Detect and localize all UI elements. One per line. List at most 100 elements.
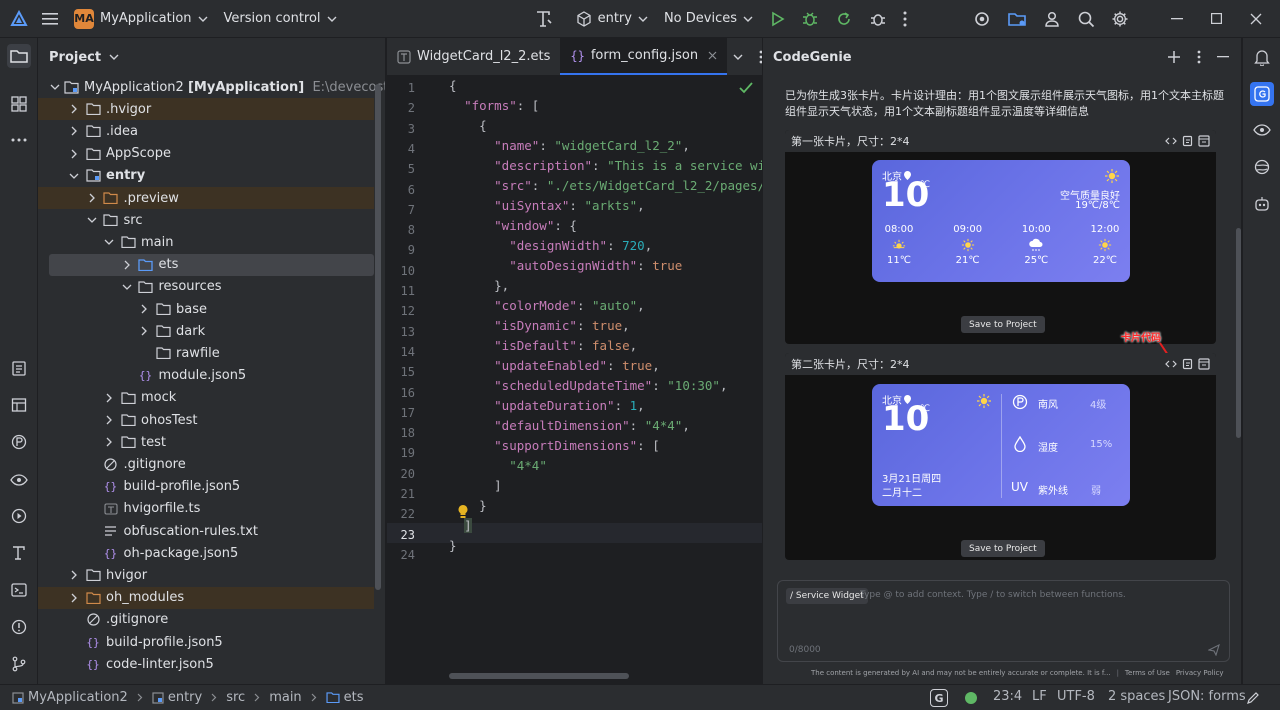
copy-icon[interactable]	[1182, 358, 1194, 370]
chevron-down-icon[interactable]	[50, 80, 60, 94]
send-icon[interactable]	[1208, 644, 1220, 656]
codegenie-status-badge[interactable]: G	[930, 689, 948, 707]
chevron-right-icon[interactable]	[67, 147, 81, 161]
privacy-link[interactable]: Privacy Policy	[1176, 669, 1224, 677]
tree-item[interactable]: src	[38, 209, 374, 231]
tree-item[interactable]: .hvigor	[38, 98, 374, 121]
tree-item[interactable]: hvigorfile.ts	[38, 498, 374, 520]
tree-item[interactable]: {} build-profile.json5	[38, 476, 374, 498]
arkui-inspector-icon[interactable]	[526, 4, 562, 34]
insert-card-icon[interactable]	[1198, 358, 1210, 370]
json-schema[interactable]: JSON: forms	[1168, 689, 1246, 704]
chevron-right-icon[interactable]	[67, 568, 81, 582]
device-selector[interactable]: No Devices	[656, 4, 761, 34]
tree-item[interactable]: AppScope	[38, 143, 374, 165]
tree-item[interactable]: ets	[49, 253, 374, 276]
tree-item[interactable]: hvigor	[38, 564, 374, 586]
project-scrollbar[interactable]	[375, 84, 381, 590]
tree-item[interactable]: .gitignore	[38, 453, 374, 475]
run-config-selector[interactable]: entry	[568, 4, 656, 34]
tree-item[interactable]: rawfile	[38, 342, 374, 364]
chevron-right-icon[interactable]	[67, 102, 81, 116]
chevron-down-icon[interactable]	[102, 235, 116, 249]
run-icon[interactable]	[761, 4, 793, 34]
notifications-bell-icon[interactable]	[1250, 45, 1274, 69]
preview-eye-icon[interactable]	[1250, 118, 1274, 142]
tree-item[interactable]: obfuscation-rules.txt	[38, 520, 374, 542]
terms-link[interactable]: Terms of Use	[1125, 669, 1170, 677]
chevron-right-icon[interactable]	[67, 591, 81, 605]
tree-item[interactable]: oh_modules	[38, 586, 374, 609]
chevron-right-icon[interactable]	[102, 435, 116, 449]
project-tool-folder-icon[interactable]	[7, 44, 31, 68]
tab-list-chevron-icon[interactable]	[727, 38, 749, 75]
chevron-right-icon[interactable]	[85, 191, 99, 205]
apply-changes-icon[interactable]	[827, 4, 861, 34]
chevron-right-icon[interactable]	[67, 124, 81, 138]
tree-item[interactable]: {} module.json5	[38, 365, 374, 387]
structure-modules-icon[interactable]	[7, 92, 31, 116]
database-table-icon[interactable]	[7, 393, 31, 417]
minimize-window-icon[interactable]	[1157, 4, 1197, 34]
project-switcher[interactable]: MA MyApplication	[66, 4, 216, 34]
line-separator[interactable]: LF	[1032, 689, 1047, 704]
breadcrumb-item[interactable]: MyApplication2	[28, 690, 128, 705]
copy-icon[interactable]	[1182, 135, 1194, 147]
view-code-icon[interactable]	[1165, 358, 1177, 370]
save-to-project-button[interactable]: Save to Project	[961, 540, 1045, 557]
assistant-robot-icon[interactable]	[1250, 192, 1274, 216]
build-hammer-icon[interactable]	[7, 541, 31, 565]
cursor-position[interactable]: 23:4	[993, 689, 1022, 704]
version-control-menu[interactable]: Version control	[216, 4, 345, 34]
editor-horizontal-scrollbar[interactable]	[449, 673, 629, 679]
insert-card-icon[interactable]	[1198, 135, 1210, 147]
tree-item[interactable]: .preview	[38, 187, 374, 209]
tree-item[interactable]: entry	[38, 165, 374, 187]
breadcrumb-item[interactable]: src	[226, 690, 245, 705]
tree-item[interactable]: main	[38, 231, 374, 253]
breadcrumb-item[interactable]: entry	[168, 690, 202, 705]
codegenie-g-icon[interactable]	[1250, 82, 1274, 106]
chat-input-box[interactable]: / Service Widget Type @ to add context. …	[777, 580, 1230, 662]
view-code-icon[interactable]	[1165, 135, 1177, 147]
tree-item[interactable]: {} code-linter.json5	[38, 653, 374, 675]
settings-gear-icon[interactable]	[1103, 4, 1137, 34]
project-panel-header[interactable]: Project	[38, 38, 385, 76]
run-services-icon[interactable]	[7, 504, 31, 528]
breadcrumb-item[interactable]: main	[269, 690, 301, 705]
chevron-down-icon[interactable]	[85, 213, 99, 227]
profiler-icon[interactable]	[861, 4, 895, 34]
more-actions-icon[interactable]	[895, 4, 915, 34]
readonly-lock-icon[interactable]	[1246, 691, 1260, 705]
new-chat-plus-icon[interactable]	[1167, 50, 1181, 64]
account-icon[interactable]	[1035, 4, 1069, 34]
device-manager-icon[interactable]	[965, 4, 999, 34]
close-window-icon[interactable]	[1236, 4, 1276, 34]
tree-item[interactable]: ohosTest	[38, 409, 374, 431]
tab-more-icon[interactable]	[749, 38, 762, 75]
tree-item[interactable]: .gitignore	[38, 609, 374, 631]
chevron-right-icon[interactable]	[102, 413, 116, 427]
debug-icon[interactable]	[793, 4, 827, 34]
main-menu-icon[interactable]	[34, 4, 66, 34]
chevron-right-icon[interactable]	[137, 324, 151, 338]
app-logo-icon[interactable]	[4, 4, 34, 34]
maximize-window-icon[interactable]	[1197, 4, 1236, 34]
tree-root-myapplication2[interactable]: MyApplication2 [MyApplication] E:\deveco…	[38, 76, 385, 98]
terminal-icon[interactable]	[7, 578, 31, 602]
todo-icon[interactable]	[7, 356, 31, 380]
chevron-right-icon[interactable]	[137, 302, 151, 316]
file-encoding[interactable]: UTF-8	[1057, 689, 1095, 704]
indent-setting[interactable]: 2 spaces	[1108, 689, 1165, 704]
profiler-p-icon[interactable]	[7, 430, 31, 454]
chevron-right-icon[interactable]	[120, 258, 134, 272]
tree-item[interactable]: mock	[38, 387, 374, 409]
previewer-eye-icon[interactable]	[7, 468, 31, 492]
tree-item[interactable]: test	[38, 431, 374, 453]
globe-icon[interactable]	[1250, 155, 1274, 179]
breadcrumb-item[interactable]: ets	[344, 690, 364, 705]
version-control-git-icon[interactable]	[7, 652, 31, 676]
genie-scrollbar[interactable]	[1236, 228, 1241, 438]
chevron-down-icon[interactable]	[120, 280, 134, 294]
save-to-project-button[interactable]: Save to Project	[961, 316, 1045, 333]
